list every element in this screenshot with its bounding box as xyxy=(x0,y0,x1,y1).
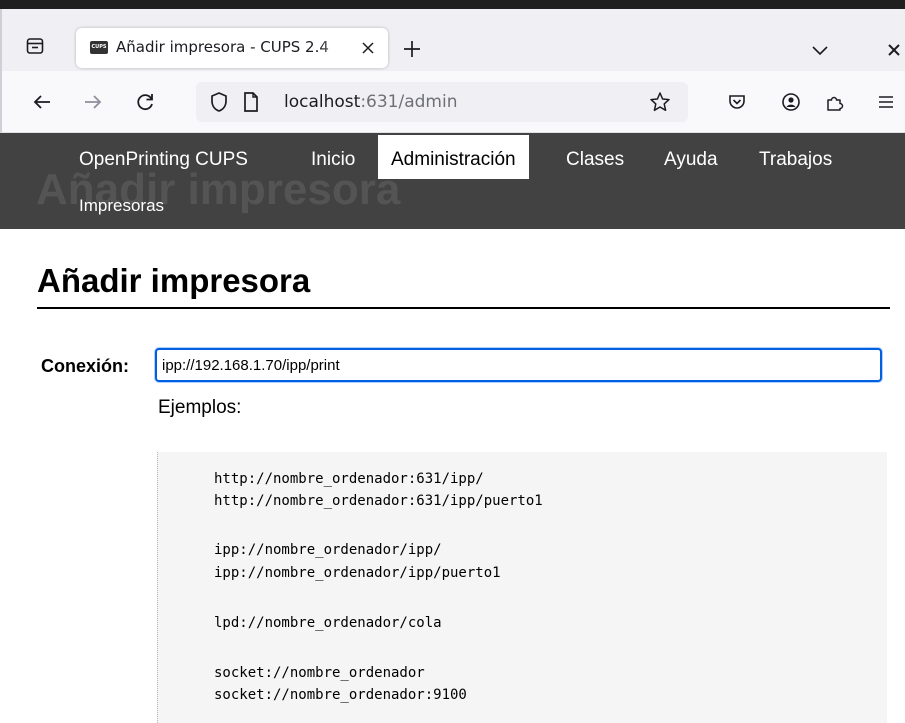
example-line: socket://nombre_ordenador:9100 xyxy=(214,687,467,703)
active-tab[interactable]: CUPS Añadir impresora - CUPS 2.4 xyxy=(76,28,388,68)
cups-header: Añadir impresora OpenPrinting CUPS Inici… xyxy=(0,133,905,229)
example-line: socket://nombre_ordenador xyxy=(214,665,425,681)
tab-title: Añadir impresora - CUPS 2.4 xyxy=(116,38,329,56)
tab-overview-icon[interactable] xyxy=(24,35,46,57)
forward-arrow-icon[interactable] xyxy=(81,90,105,114)
close-tab-icon[interactable] xyxy=(358,38,378,58)
example-line: ipp://nombre_ordenador/ipp/puerto1 xyxy=(214,565,501,581)
menu-icon[interactable] xyxy=(874,90,898,114)
window-top-border xyxy=(0,0,905,9)
examples-box: http://nombre_ordenador:631/ipp/ http://… xyxy=(157,452,887,723)
example-line: lpd://nombre_ordenador/cola xyxy=(214,615,442,631)
nav-inicio[interactable]: Inicio xyxy=(311,149,355,171)
pocket-icon[interactable] xyxy=(725,90,749,114)
nav-trabajos[interactable]: Trabajos xyxy=(759,149,832,171)
cups-favicon-icon: CUPS xyxy=(90,41,108,54)
chevron-down-icon[interactable] xyxy=(811,42,829,56)
page-info-icon[interactable] xyxy=(239,90,263,114)
connection-label: Conexión: xyxy=(41,356,129,376)
url-host: localhost xyxy=(284,92,361,112)
nav-ayuda[interactable]: Ayuda xyxy=(664,149,718,171)
title-divider xyxy=(37,307,890,309)
nav-clases[interactable]: Clases xyxy=(566,149,624,171)
account-icon[interactable] xyxy=(779,90,803,114)
example-line: ipp://nombre_ordenador/ipp/ xyxy=(214,542,442,558)
shield-icon[interactable] xyxy=(207,90,231,114)
close-window-icon[interactable] xyxy=(886,42,902,58)
back-arrow-icon[interactable] xyxy=(30,90,54,114)
reload-icon[interactable] xyxy=(133,90,157,114)
example-line: http://nombre_ordenador:631/ipp/ xyxy=(214,471,484,487)
url-path: :631/admin xyxy=(360,92,458,112)
address-bar[interactable]: localhost:631/admin xyxy=(196,82,688,122)
example-line: http://nombre_ordenador:631/ipp/puerto1 xyxy=(214,493,543,509)
nav-administracion[interactable]: Administración xyxy=(378,135,529,179)
new-tab-icon[interactable] xyxy=(402,39,422,59)
connection-input[interactable] xyxy=(155,348,882,382)
navigation-toolbar: localhost:631/admin xyxy=(0,71,905,133)
url-text[interactable]: localhost:631/admin xyxy=(284,92,457,112)
extensions-icon[interactable] xyxy=(822,90,846,114)
tab-bar: CUPS Añadir impresora - CUPS 2.4 xyxy=(0,9,905,71)
nav-openprinting-cups[interactable]: OpenPrinting CUPS xyxy=(79,149,248,171)
bookmark-star-icon[interactable] xyxy=(648,90,672,114)
examples-label: Ejemplos: xyxy=(158,397,242,418)
page-title: Añadir impresora xyxy=(37,262,311,299)
nav-impresoras[interactable]: Impresoras xyxy=(79,196,164,216)
